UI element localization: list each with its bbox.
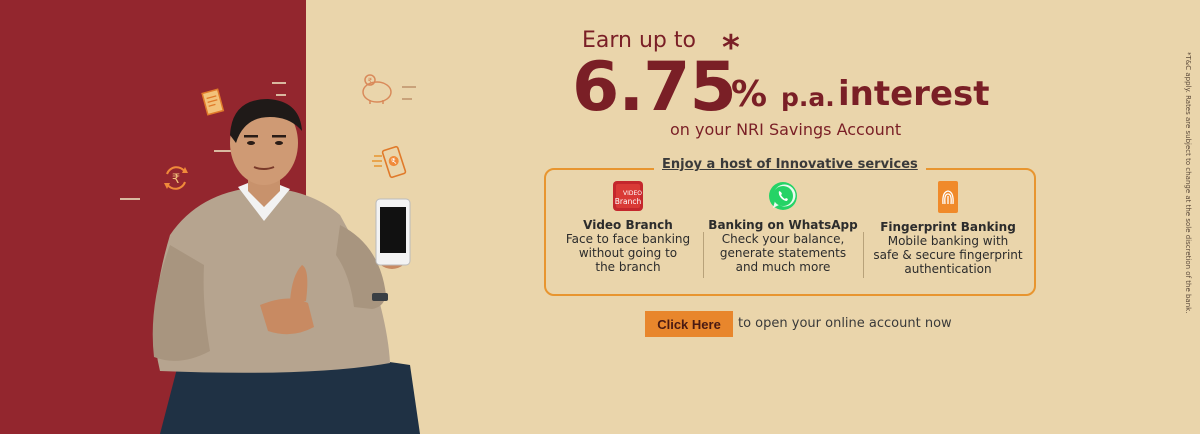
interest-text: interest xyxy=(838,74,990,114)
service-desc-line: generate statements xyxy=(719,246,847,260)
service-desc-line: the branch xyxy=(595,260,661,274)
service-desc-line: without going to xyxy=(578,246,678,260)
service-desc-line: Check your balance, xyxy=(721,232,845,246)
service-desc-line: Face to face banking xyxy=(565,232,691,246)
service-fingerprint-banking[interactable]: Fingerprint Banking Mobile banking with … xyxy=(868,180,1028,276)
man-with-phone-illustration xyxy=(152,99,420,434)
percent-sign: % xyxy=(731,74,768,115)
service-whatsapp-banking[interactable]: Banking on WhatsApp Check your balance, … xyxy=(703,180,863,274)
per-annum-text: p.a. xyxy=(781,83,835,112)
services-title: Enjoy a host of Innovative services xyxy=(654,157,926,172)
nri-savings-subline: on your NRI Savings Account xyxy=(670,120,902,139)
video-branch-icon: VIDEO Branch xyxy=(613,181,643,211)
disclaimer-text: *T&C apply. Rates are subject to change … xyxy=(1184,52,1192,314)
click-here-button[interactable]: Click Here xyxy=(645,311,733,337)
svg-text:₹: ₹ xyxy=(368,77,373,85)
service-divider xyxy=(863,232,864,278)
decorative-dash xyxy=(120,198,140,200)
svg-text:VIDEO: VIDEO xyxy=(623,190,642,197)
promo-banner[interactable]: ₹ ₹ ₹ Earn up to * 6.75 % p.a. interest … xyxy=(0,0,1200,434)
decorative-dash xyxy=(272,82,286,84)
service-video-branch[interactable]: VIDEO Branch Video Branch Face to face b… xyxy=(548,180,708,274)
service-name: Video Branch xyxy=(583,218,673,232)
service-desc-line: safe & secure fingerprint xyxy=(873,248,1023,262)
svg-text:Branch: Branch xyxy=(615,197,642,206)
service-name: Banking on WhatsApp xyxy=(708,218,858,232)
decorative-dash xyxy=(402,86,416,88)
disclaimer: *T&C apply. Rates are subject to change … xyxy=(1180,52,1192,332)
open-account-text: to open your online account now xyxy=(738,316,952,331)
service-name: Fingerprint Banking xyxy=(880,220,1016,234)
service-desc-line: authentication xyxy=(904,262,992,276)
interest-rate-value: 6.75 xyxy=(572,48,737,127)
fingerprint-icon xyxy=(938,181,958,213)
service-desc-line: Mobile banking with xyxy=(887,234,1009,248)
whatsapp-icon xyxy=(769,182,797,210)
service-desc-line: and much more xyxy=(735,260,831,274)
